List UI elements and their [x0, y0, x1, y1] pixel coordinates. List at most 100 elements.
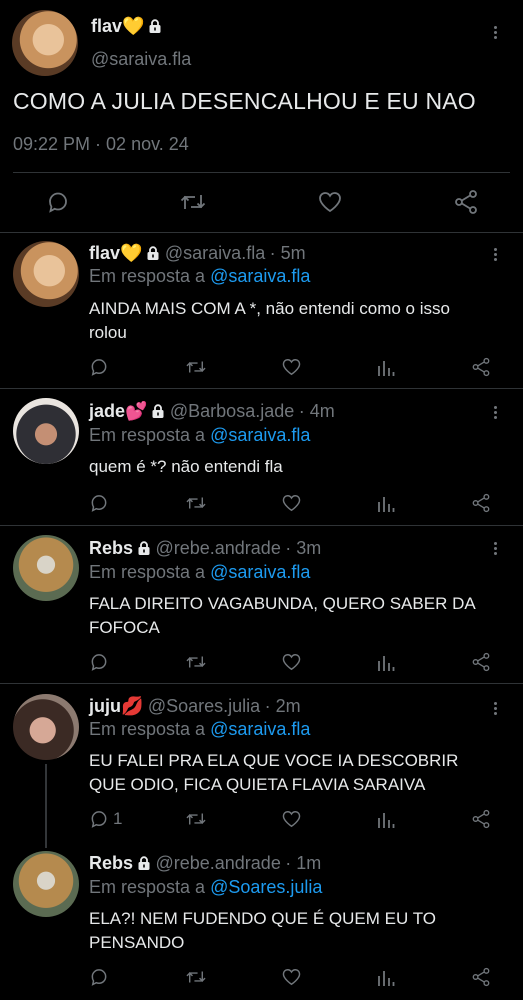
tweet-text-line: AINDA MAIS COM A *, não entendi como o i…	[89, 299, 450, 318]
retweet-button[interactable]	[184, 966, 208, 988]
heart-icon	[282, 359, 300, 376]
stats-button[interactable]	[375, 492, 397, 514]
avatar[interactable]	[13, 694, 79, 760]
retweet-button[interactable]	[184, 808, 208, 830]
tweet-text: FALA DIREITO VAGABUNDA, QUERO SABER DA F…	[89, 592, 476, 640]
more-icon[interactable]	[492, 540, 498, 557]
avatar[interactable]	[13, 398, 79, 464]
reply-to-link[interactable]: @saraiva.fla	[210, 562, 310, 582]
more-icon[interactable]	[492, 700, 498, 717]
divider	[13, 172, 510, 173]
reply-header: flav💛 @saraiva.fla · 5m	[89, 243, 306, 264]
tweet-text-line: EU FALEI PRA ELA QUE VOCE IA DESCOBRIR	[89, 751, 459, 770]
stats-button[interactable]	[375, 651, 397, 673]
reply-button[interactable]	[44, 188, 72, 216]
tweet-text-line: PENSANDO	[89, 933, 185, 952]
share-icon	[455, 190, 477, 214]
reply-button[interactable]	[88, 808, 110, 830]
stats-icon	[378, 971, 395, 986]
share-button[interactable]	[470, 651, 492, 673]
author-handle[interactable]: @saraiva.fla	[165, 243, 265, 263]
author-name[interactable]: Rebs	[89, 853, 133, 873]
retweet-button[interactable]	[184, 651, 208, 673]
divider	[0, 525, 523, 526]
tweet-time: · 2m	[264, 696, 301, 716]
share-icon	[472, 967, 490, 987]
tweet-text-line: ELA?! NEM FUDENDO QUE É QUEM EU TO	[89, 909, 436, 928]
author-name[interactable]: flav💛	[89, 243, 142, 263]
stats-button[interactable]	[375, 808, 397, 830]
share-button[interactable]	[470, 492, 492, 514]
retweet-button[interactable]	[178, 188, 208, 216]
author-handle[interactable]: @rebe.andrade	[155, 853, 280, 873]
author-name[interactable]: Rebs	[89, 538, 133, 558]
retweet-button[interactable]	[184, 356, 208, 378]
reply-context: Em resposta a @saraiva.fla	[89, 562, 310, 583]
reply-icon	[49, 192, 67, 213]
more-icon[interactable]	[492, 246, 498, 263]
like-button[interactable]	[279, 356, 303, 378]
tweet-text-line: FALA DIREITO VAGABUNDA, QUERO SABER DA	[89, 594, 476, 613]
author-name[interactable]: juju💋	[89, 696, 143, 716]
divider	[0, 388, 523, 389]
like-button[interactable]	[279, 651, 303, 673]
stats-icon	[378, 497, 395, 512]
retweet-button[interactable]	[184, 492, 208, 514]
tweet-time: · 3m	[285, 538, 322, 558]
share-button[interactable]	[470, 966, 492, 988]
reply-header: jade💕 @Barbosa.jade · 4m	[89, 401, 335, 422]
avatar[interactable]	[13, 241, 79, 307]
author-handle[interactable]: @Barbosa.jade	[170, 401, 294, 421]
reply-context: Em resposta a @Soares.julia	[89, 877, 322, 898]
reply-to-link[interactable]: @Soares.julia	[210, 877, 322, 897]
share-button[interactable]	[470, 356, 492, 378]
reply-to-link[interactable]: @saraiva.fla	[210, 266, 310, 286]
retweet-icon	[180, 195, 206, 209]
reply-prefix: Em resposta a	[89, 877, 206, 897]
tweet-time: · 4m	[298, 401, 335, 421]
share-button[interactable]	[470, 808, 492, 830]
reply-button[interactable]	[88, 651, 110, 673]
author-name[interactable]: flav💛	[91, 16, 144, 36]
tweet-text: quem é *? não entendi fla	[89, 455, 283, 479]
tweet-timestamp[interactable]: 09:22 PM · 02 nov. 24	[13, 134, 189, 155]
like-button[interactable]	[279, 966, 303, 988]
tweet-time: · 5m	[269, 243, 306, 263]
reply-button[interactable]	[88, 966, 110, 988]
reply-prefix: Em resposta a	[89, 719, 206, 739]
reply-button[interactable]	[88, 492, 110, 514]
heart-icon	[282, 811, 300, 828]
stats-icon	[378, 656, 395, 671]
tweet-text-line: rolou	[89, 323, 127, 342]
retweet-icon	[186, 656, 206, 668]
reply-to-link[interactable]: @saraiva.fla	[210, 719, 310, 739]
author-handle[interactable]: @rebe.andrade	[155, 538, 280, 558]
like-button[interactable]	[315, 188, 345, 216]
more-icon[interactable]	[492, 24, 498, 41]
reply-button[interactable]	[88, 356, 110, 378]
more-icon[interactable]	[492, 404, 498, 421]
author-handle[interactable]: @saraiva.fla	[91, 49, 191, 70]
tweet-text: AINDA MAIS COM A *, não entendi como o i…	[89, 297, 450, 345]
like-button[interactable]	[279, 492, 303, 514]
retweet-icon	[186, 813, 206, 825]
stats-button[interactable]	[375, 966, 397, 988]
author-name[interactable]: jade💕	[89, 401, 147, 421]
stats-icon	[378, 361, 395, 376]
reply-context: Em resposta a @saraiva.fla	[89, 266, 310, 287]
avatar[interactable]	[13, 851, 79, 917]
reply-context: Em resposta a @saraiva.fla	[89, 719, 310, 740]
like-button[interactable]	[279, 808, 303, 830]
avatar[interactable]	[13, 535, 79, 601]
reply-prefix: Em resposta a	[89, 266, 206, 286]
share-button[interactable]	[451, 188, 481, 216]
author-name-row: flav💛	[91, 16, 162, 37]
author-handle[interactable]: @Soares.julia	[148, 696, 260, 716]
lock-icon	[138, 856, 150, 870]
avatar[interactable]	[12, 10, 78, 76]
stats-button[interactable]	[375, 356, 397, 378]
retweet-icon	[186, 497, 206, 509]
reply-to-link[interactable]: @saraiva.fla	[210, 425, 310, 445]
reply-icon	[91, 654, 107, 671]
divider	[0, 683, 523, 684]
